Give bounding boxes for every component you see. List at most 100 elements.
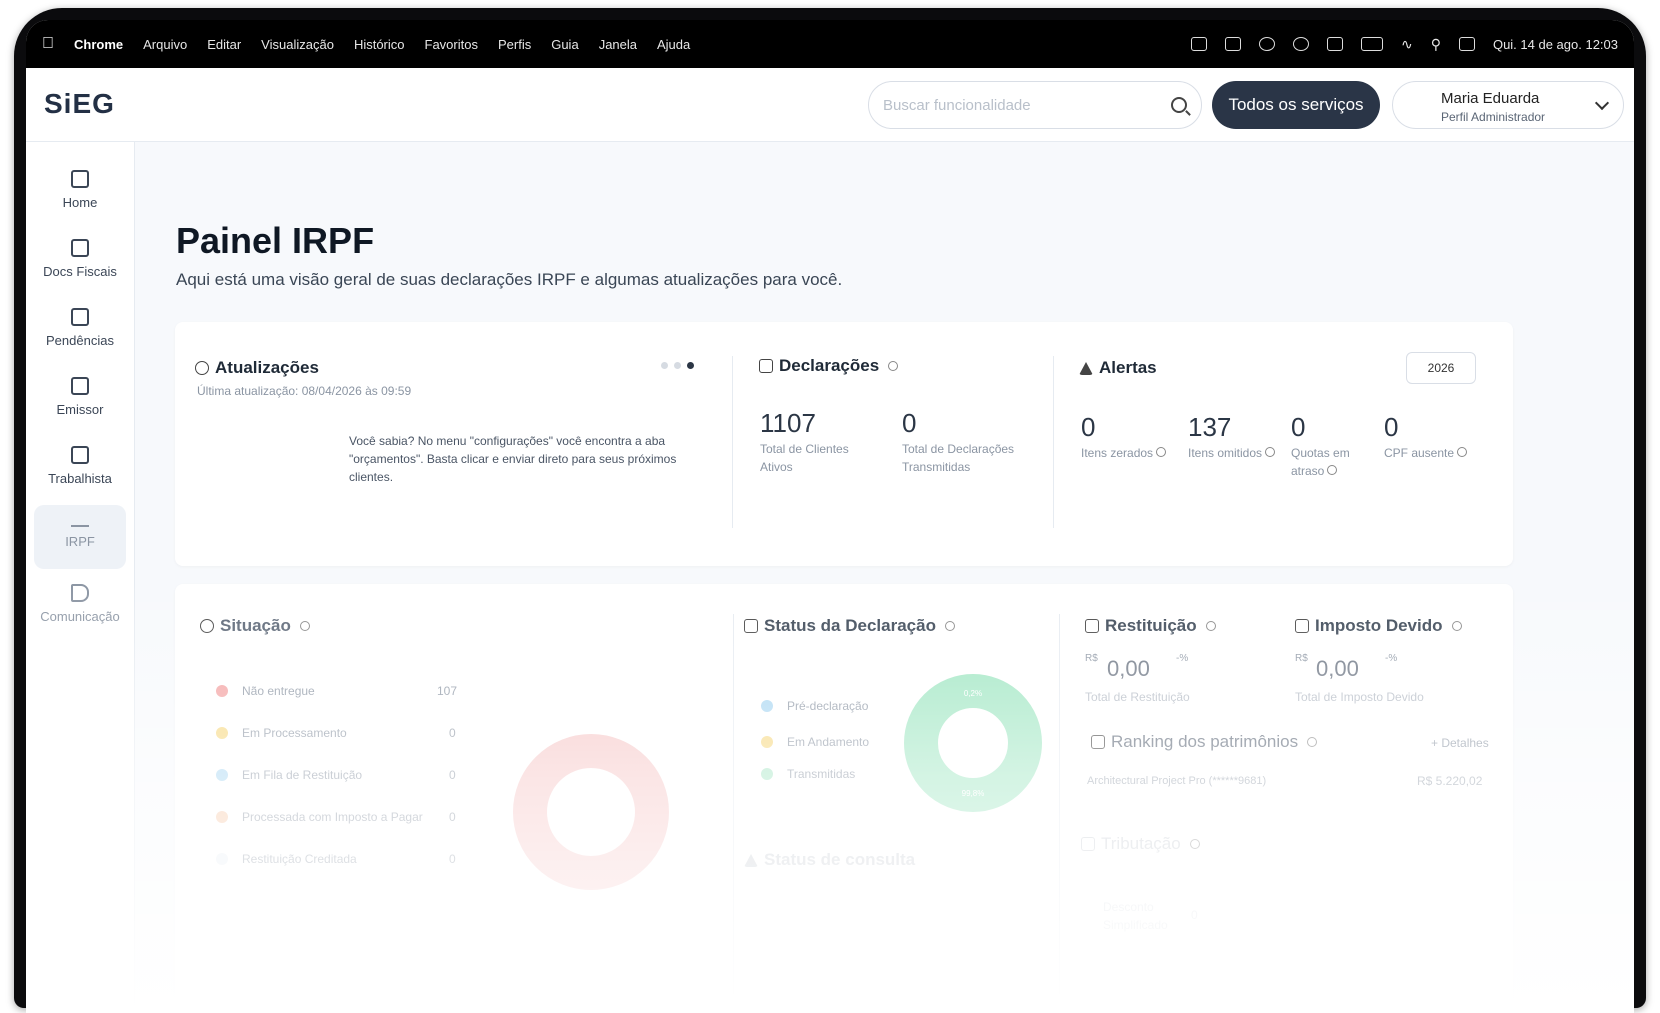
restituicao-currency: R$: [1085, 653, 1098, 664]
control-center-icon[interactable]: [1458, 37, 1475, 51]
summary-card: Atualizações Última atualização: 08/04/2…: [175, 322, 1513, 566]
sidebar-item-home[interactable]: Home: [34, 160, 126, 224]
display-icon[interactable]: [1326, 37, 1343, 51]
sidebar-item-trabalhista[interactable]: Trabalhista: [34, 436, 126, 500]
status-row: Pré-declaração: [761, 699, 868, 713]
menubar-status-area: ∿ ⚲ Qui. 14 de ago. 12:03: [1190, 36, 1618, 53]
alert-value: 0: [1291, 412, 1306, 442]
legend-dot: [216, 853, 228, 865]
donut-ring-nao-entregue: [513, 734, 669, 890]
help-icon[interactable]: [1327, 465, 1338, 475]
ranking-item-label: Architectural Project Pro (******9681): [1087, 775, 1267, 787]
help-icon[interactable]: [944, 621, 955, 631]
spotlight-icon[interactable]: ⚲: [1431, 36, 1441, 53]
year-select[interactable]: 2026: [1406, 352, 1476, 384]
menu-item-favoritos[interactable]: Favoritos: [425, 37, 478, 52]
search-icon[interactable]: [1171, 97, 1187, 113]
screen:  Chrome Arquivo Editar Visualização His…: [26, 20, 1634, 1013]
alert-label: Itens omitidos: [1188, 444, 1276, 462]
sidebar-item-label: Comunicação: [40, 609, 120, 624]
help-icon[interactable]: [1451, 621, 1462, 631]
situacao-donut: [513, 734, 669, 890]
tributacao-title-text: Tributação: [1101, 834, 1181, 853]
headphones-icon[interactable]: [1292, 37, 1309, 51]
help-icon[interactable]: [299, 621, 310, 631]
menu-item-perfis[interactable]: Perfis: [498, 37, 531, 52]
tributacao-item-value: 0: [1191, 908, 1198, 922]
coins-icon: [1295, 619, 1309, 633]
cat-icon[interactable]: [1190, 37, 1207, 51]
alert-value: 137: [1188, 412, 1232, 442]
ranking-details-link[interactable]: + Detalhes: [1431, 734, 1489, 752]
play-icon[interactable]: [1258, 37, 1275, 51]
user-menu[interactable]: Maria Eduarda Perfil Administrador: [1392, 81, 1624, 129]
menu-item-historico[interactable]: Histórico: [354, 37, 405, 52]
total-transmitted-value: 0: [902, 408, 917, 438]
carousel-dot[interactable]: [674, 362, 681, 369]
situacao-row: Processada com Imposto a Pagar: [216, 810, 423, 824]
divider: [732, 356, 733, 528]
document-icon: [71, 239, 89, 257]
legend-dot: [216, 727, 228, 739]
all-services-button[interactable]: Todos os serviços: [1212, 81, 1380, 129]
carousel-dot-active[interactable]: [687, 362, 694, 369]
menubar-datetime[interactable]: Qui. 14 de ago. 12:03: [1493, 37, 1618, 52]
carousel-dot[interactable]: [661, 362, 668, 369]
sidebar-item-label: Emissor: [56, 402, 104, 417]
help-icon[interactable]: [1457, 447, 1468, 457]
imposto-value: 0,00: [1316, 656, 1359, 681]
sieg-logo[interactable]: SiEG: [44, 88, 115, 120]
help-icon[interactable]: [1307, 737, 1318, 747]
refresh-icon: [195, 361, 209, 375]
sidebar-item-label: Docs Fiscais: [43, 264, 117, 279]
arrow-in-box-icon: [71, 377, 89, 395]
battery-icon[interactable]: [1360, 37, 1383, 51]
situacao-title: Situação: [200, 616, 310, 636]
alert-label: CPF ausente: [1384, 444, 1468, 462]
divider: [1059, 614, 1060, 994]
restituicao-value: 0,00: [1107, 656, 1150, 681]
id-card-icon: [71, 446, 89, 464]
main-content: Painel IRPF Aqui está uma visão geral de…: [135, 142, 1634, 1013]
search-input[interactable]: [883, 96, 1171, 114]
help-icon[interactable]: [1205, 621, 1216, 631]
menu-item-guia[interactable]: Guia: [551, 37, 578, 52]
calendar-check-icon: [71, 308, 89, 326]
help-icon[interactable]: [1265, 447, 1276, 457]
sidebar-item-label: Trabalhista: [48, 471, 112, 486]
menu-item-visualizacao[interactable]: Visualização: [261, 37, 334, 52]
legend-dot: [761, 736, 773, 748]
situacao-value: 0: [449, 810, 456, 824]
send-icon: [71, 584, 89, 602]
apple-icon[interactable]: : [42, 35, 54, 53]
menu-item-editar[interactable]: Editar: [207, 37, 241, 52]
search-box: [868, 81, 1202, 129]
status-declaracao-title: Status da Declaração: [744, 616, 955, 636]
status-consulta-title-text: Status de consulta: [764, 850, 916, 869]
donut-ring-transmitidas: [904, 674, 1042, 812]
imposto-title: Imposto Devido: [1295, 616, 1462, 636]
sidebar-item-irpf[interactable]: IRPF: [34, 505, 126, 569]
menu-item-arquivo[interactable]: Arquivo: [143, 37, 187, 52]
warning-icon: [744, 853, 758, 867]
sidebar-item-comunicacao[interactable]: Comunicação: [34, 574, 126, 638]
menu-item-ajuda[interactable]: Ajuda: [657, 37, 690, 52]
ranking-title-text: Ranking dos patrimônios: [1111, 732, 1299, 751]
imposto-title-text: Imposto Devido: [1315, 616, 1443, 635]
sidebar-item-emissor[interactable]: Emissor: [34, 367, 126, 431]
status-donut: 0,2% 99,8%: [904, 674, 1042, 812]
situacao-value: 0: [449, 768, 456, 782]
drive-icon[interactable]: [1224, 37, 1241, 51]
sidebar-item-docs-fiscais[interactable]: Docs Fiscais: [34, 229, 126, 293]
help-icon[interactable]: [1189, 839, 1200, 849]
menubar-app-name[interactable]: Chrome: [74, 37, 123, 52]
help-icon[interactable]: [888, 361, 899, 371]
list-search-icon: [71, 515, 89, 527]
help-icon[interactable]: [1156, 447, 1167, 457]
wifi-icon[interactable]: ∿: [1401, 36, 1413, 53]
restituicao-title: Restituição: [1085, 616, 1216, 636]
sidebar-item-pendencias[interactable]: Pendências: [34, 298, 126, 362]
user-name: Maria Eduarda: [1441, 90, 1540, 107]
total-transmitted-label: Total de Declarações Transmitidas: [902, 442, 1015, 474]
menu-item-janela[interactable]: Janela: [599, 37, 637, 52]
